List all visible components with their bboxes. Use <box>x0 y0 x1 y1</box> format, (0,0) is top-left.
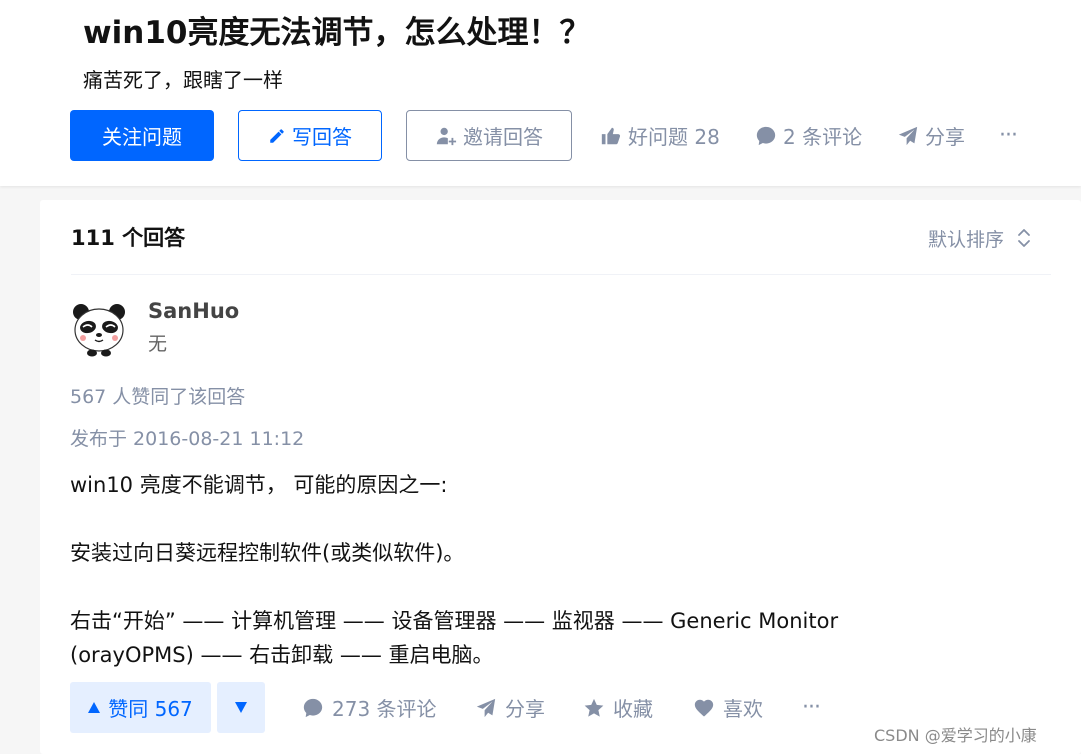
good-question-button[interactable]: 好问题 28 <box>600 110 720 161</box>
question-header: win10亮度无法调节，怎么处理！？ 痛苦死了，跟瞎了一样 关注问题 写回答 邀… <box>0 0 1081 186</box>
answer-content: win10 亮度不能调节， 可能的原因之一: 安装过向日葵远程控制软件(或类似软… <box>70 468 970 672</box>
sort-updown-icon <box>1018 229 1030 247</box>
author-bio: 无 <box>148 333 168 355</box>
more-icon: ··· <box>802 695 821 720</box>
question-title: win10亮度无法调节，怎么处理！？ <box>83 15 591 51</box>
triangle-up-icon <box>88 702 101 713</box>
more-icon: ··· <box>999 123 1018 148</box>
add-user-icon <box>436 127 457 145</box>
answer-paragraph: win10 亮度不能调节， 可能的原因之一: <box>70 473 448 497</box>
question-share-label: 分享 <box>925 125 965 149</box>
invite-answer-label: 邀请回答 <box>463 125 543 149</box>
favorite-button[interactable]: 收藏 <box>583 682 653 733</box>
card-divider <box>71 274 1051 275</box>
question-share-button[interactable]: 分享 <box>897 110 965 161</box>
like-label: 喜欢 <box>723 697 763 721</box>
answer-comments-button[interactable]: 273 条评论 <box>302 682 437 733</box>
upvote-button[interactable]: 赞同 567 <box>70 682 211 733</box>
good-question-label: 好问题 28 <box>628 125 720 149</box>
follow-question-button[interactable]: 关注问题 <box>70 110 214 161</box>
comment-bubble-icon <box>756 126 776 145</box>
question-more-button[interactable]: ··· <box>999 110 1018 161</box>
answer-paragraph: 右击“开始” —— 计算机管理 —— 设备管理器 —— 监视器 —— Gener… <box>70 609 839 633</box>
heart-icon <box>694 699 714 717</box>
answer-publish-time[interactable]: 发布于 2016-08-21 11:12 <box>70 425 304 453</box>
paper-plane-icon <box>898 126 918 145</box>
answer-comments-label: 273 条评论 <box>332 697 437 721</box>
write-answer-label: 写回答 <box>292 125 352 149</box>
answer-share-label: 分享 <box>505 697 545 721</box>
answer-vote-summary: 567 人赞同了该回答 <box>70 386 246 408</box>
write-answer-button[interactable]: 写回答 <box>238 110 382 161</box>
like-button[interactable]: 喜欢 <box>693 682 763 733</box>
watermark: CSDN @爱学习的小康 <box>874 726 1037 745</box>
answer-count: 111 个回答 <box>71 226 186 250</box>
answer-more-button[interactable]: ··· <box>802 682 821 733</box>
question-comments-button[interactable]: 2 条评论 <box>755 110 862 161</box>
pencil-icon <box>270 128 284 143</box>
answer-paragraph: 安装过向日葵远程控制软件(或类似软件)。 <box>70 541 465 565</box>
favorite-label: 收藏 <box>613 697 653 721</box>
paper-plane-icon <box>476 698 496 717</box>
follow-question-label: 关注问题 <box>102 125 182 149</box>
invite-answer-button[interactable]: 邀请回答 <box>406 110 572 161</box>
question-comments-label: 2 条评论 <box>783 125 863 149</box>
thumbs-up-icon <box>601 127 621 144</box>
author-name[interactable]: SanHuo <box>148 296 239 326</box>
answer-share-button[interactable]: 分享 <box>475 682 545 733</box>
answer-paragraph: (orayOPMS) —— 右击卸载 —— 重启电脑。 <box>70 643 494 667</box>
triangle-down-icon <box>235 702 247 713</box>
question-detail: 痛苦死了，跟瞎了一样 <box>83 68 283 92</box>
star-icon <box>584 698 604 717</box>
comment-bubble-icon <box>303 698 323 717</box>
downvote-button[interactable] <box>217 682 265 733</box>
sort-dropdown[interactable]: 默认排序 <box>928 222 1032 254</box>
sort-label: 默认排序 <box>928 228 1005 251</box>
upvote-label: 赞同 567 <box>108 697 193 721</box>
author-avatar[interactable] <box>70 300 128 358</box>
answers-card: 111 个回答 默认排序 SanHuo 无 567 人赞同了该回答 发布于 20… <box>40 200 1081 754</box>
